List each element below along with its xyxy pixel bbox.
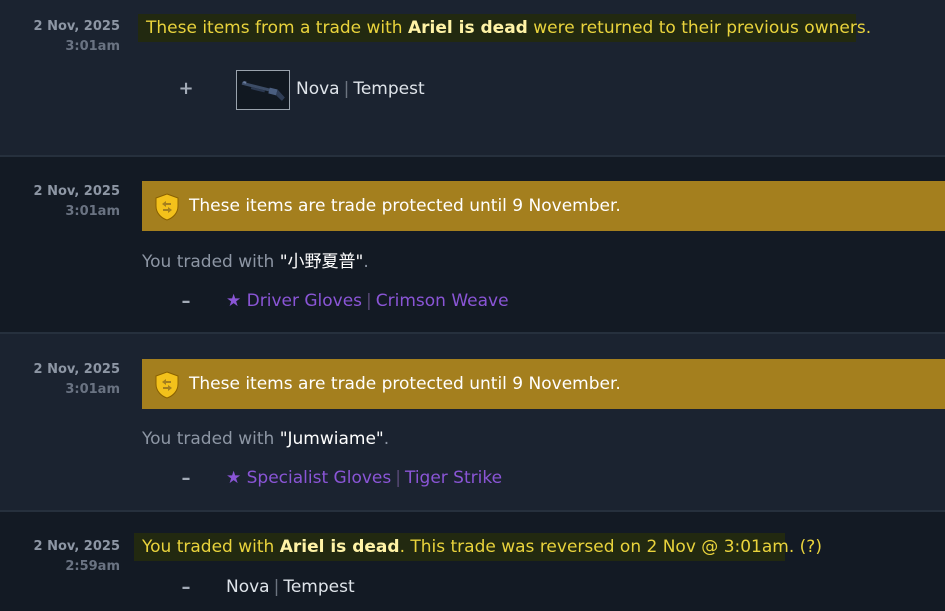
item-name[interactable]: Nova | Tempest: [296, 77, 425, 101]
notice-text-post: . This trade was reversed on 2 Nov @ 3:0…: [399, 537, 822, 557]
history-entry: 2 Nov, 2025 3:01am These items are trade…: [0, 334, 945, 510]
item-name[interactable]: ★ Driver Gloves | Crimson Weave: [226, 289, 509, 313]
entry-time: 2:59am: [65, 559, 120, 574]
history-entry: 2 Nov, 2025 3:01am These items from a tr…: [0, 0, 945, 155]
traded-post: .: [363, 252, 369, 272]
item-weapon: ★ Specialist Gloves: [226, 468, 392, 488]
item-divider: |: [343, 79, 350, 99]
trade-protected-banner: These items are trade protected until 9 …: [142, 359, 945, 409]
item-weapon: Nova: [226, 577, 270, 597]
item-removed-sign: –: [181, 291, 191, 312]
item-skin: Crimson Weave: [375, 291, 509, 311]
item-removed-sign: –: [181, 468, 191, 489]
notice-text-pre: You traded with: [142, 537, 280, 557]
trade-protected-shield-icon: [155, 371, 179, 399]
traded-post: .: [383, 429, 390, 449]
traded-with-line: You traded with "Jumwiame".: [142, 427, 389, 451]
entry-date: 2 Nov, 2025: [33, 539, 120, 554]
trade-returned-notice: These items from a trade with Ariel is d…: [138, 14, 871, 42]
entry-time: 3:01am: [65, 39, 120, 54]
traded-with-line: You traded with "小野夏普".: [142, 250, 369, 274]
trade-partner-name[interactable]: "小野夏普": [280, 252, 364, 272]
entry-time: 3:01am: [65, 204, 120, 219]
trade-reversed-notice: You traded with Ariel is dead. This trad…: [134, 533, 822, 561]
item-skin: Tiger Strike: [404, 468, 503, 488]
protect-text: These items are trade protected until 9 …: [189, 196, 621, 216]
item-skin: Tempest: [283, 577, 355, 597]
entry-date: 2 Nov, 2025: [33, 362, 120, 377]
item-weapon: ★ Driver Gloves: [226, 291, 363, 311]
item-divider: |: [273, 577, 280, 597]
traded-pre: You traded with: [142, 252, 280, 272]
trade-protected-banner: These items are trade protected until 9 …: [142, 181, 945, 231]
trade-protected-shield-icon: [155, 193, 179, 221]
trade-partner-name[interactable]: "Jumwiame": [280, 429, 384, 449]
protect-text: These items are trade protected until 9 …: [189, 374, 621, 394]
item-name[interactable]: ★ Specialist Gloves | Tiger Strike: [226, 466, 502, 490]
notice-text-pre: These items from a trade with: [146, 18, 408, 38]
entry-time: 3:01am: [65, 382, 120, 397]
entry-date: 2 Nov, 2025: [33, 184, 120, 199]
item-divider: |: [366, 291, 372, 311]
history-entry: 2 Nov, 2025 3:01am These items are trade…: [0, 157, 945, 332]
item-added-sign: +: [178, 78, 194, 99]
history-entry: 2 Nov, 2025 2:59am You traded with Ariel…: [0, 512, 945, 611]
item-name[interactable]: Nova | Tempest: [226, 575, 355, 599]
notice-text-post: were returned to their previous owners.: [527, 18, 872, 38]
traded-pre: You traded with: [142, 429, 280, 449]
trade-partner-name: Ariel is dead: [279, 537, 400, 557]
item-removed-sign: –: [181, 577, 191, 598]
shotgun-icon[interactable]: [236, 70, 290, 110]
trade-partner-name: Ariel is dead: [408, 18, 528, 38]
item-weapon: Nova: [296, 79, 340, 99]
entry-date: 2 Nov, 2025: [33, 19, 120, 34]
item-skin: Tempest: [353, 79, 425, 99]
item-divider: |: [395, 468, 401, 488]
